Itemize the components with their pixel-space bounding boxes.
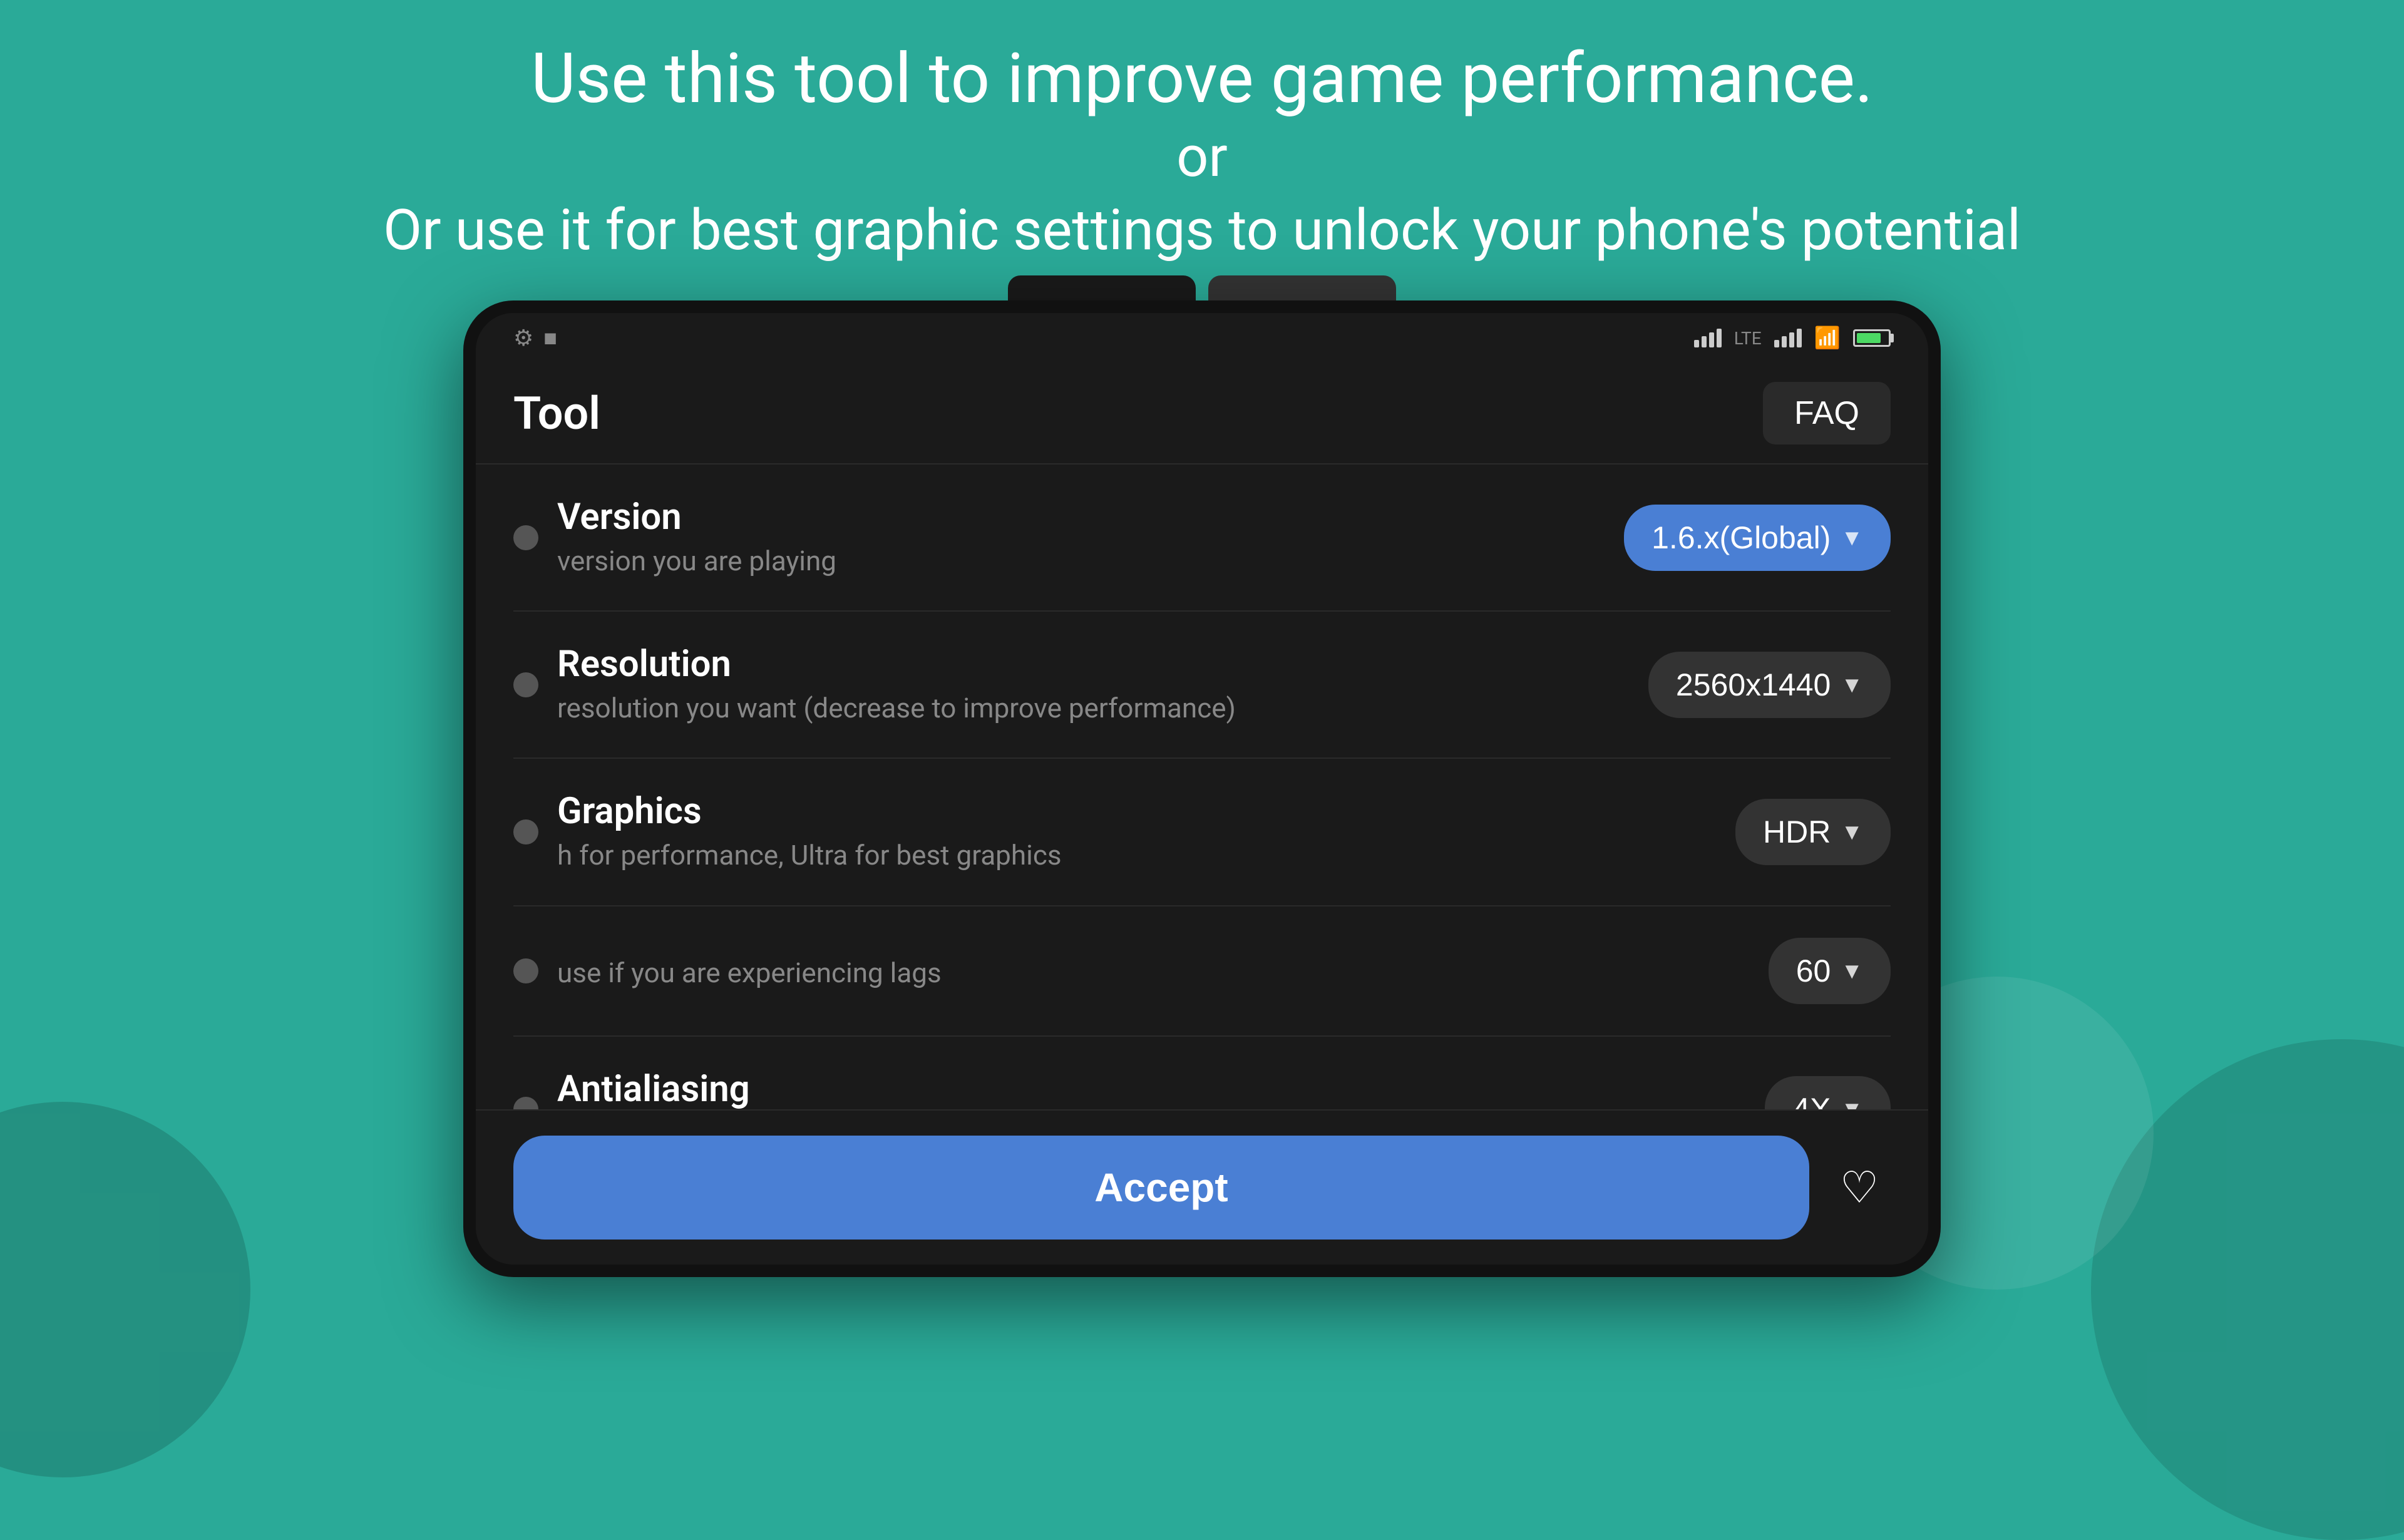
setting-left-version: Version version you are playing xyxy=(513,496,1599,579)
signal-icon xyxy=(1694,329,1722,347)
carrier-text: LTE xyxy=(1734,328,1762,349)
header-line3: Or use it for best graphic settings to u… xyxy=(0,193,2404,267)
radio-indicator-fps xyxy=(513,958,538,983)
accept-button[interactable]: Accept xyxy=(513,1136,1809,1240)
signal-icon-2 xyxy=(1774,329,1802,347)
chevron-down-icon: ▼ xyxy=(1841,819,1863,845)
chevron-down-icon: ▼ xyxy=(1841,958,1863,984)
resolution-dropdown[interactable]: 2560x1440 ▼ xyxy=(1648,652,1891,718)
version-dropdown[interactable]: 1.6.x(Global) ▼ xyxy=(1624,505,1891,571)
chevron-down-icon: ▼ xyxy=(1841,1096,1863,1109)
header-line1: Use this tool to improve game performanc… xyxy=(0,38,2404,120)
setting-row-version: Version version you are playing 1.6.x(Gl… xyxy=(513,465,1891,612)
setting-info-version: Version version you are playing xyxy=(557,496,1599,579)
header-section: Use this tool to improve game performanc… xyxy=(0,38,2404,267)
setting-label-resolution: Resolution xyxy=(557,643,1623,685)
setting-row-fps: use if you are experiencing lags 60 ▼ xyxy=(513,906,1891,1037)
bg-shape-left xyxy=(0,1102,250,1477)
chevron-down-icon: ▼ xyxy=(1841,525,1863,551)
battery-fill xyxy=(1857,333,1881,343)
setting-label-antialiasing: Antialiasing xyxy=(557,1068,1740,1109)
status-bar-left: ⚙ ■ xyxy=(513,325,557,351)
radio-indicator-resolution xyxy=(513,672,538,697)
header-line2: or xyxy=(0,120,2404,193)
setting-label-graphics: Graphics xyxy=(557,790,1710,833)
fps-value: 60 xyxy=(1796,953,1831,989)
bottom-bar: Accept ♡ xyxy=(476,1109,1928,1265)
setting-info-graphics: Graphics h for performance, Ultra for be… xyxy=(557,790,1710,873)
setting-row-antialiasing: Antialiasing s the texture smoothness 4X… xyxy=(513,1037,1891,1109)
setting-row-resolution: Resolution resolution you want (decrease… xyxy=(513,612,1891,759)
faq-button[interactable]: FAQ xyxy=(1763,382,1891,444)
setting-desc-fps: use if you are experiencing lags xyxy=(557,955,1744,991)
device-mockup: ⚙ ■ LTE 📶 xyxy=(463,300,1941,1277)
setting-label-version: Version xyxy=(557,496,1599,538)
setting-info-resolution: Resolution resolution you want (decrease… xyxy=(557,643,1623,726)
heart-icon: ♡ xyxy=(1840,1162,1879,1214)
wifi-icon: 📶 xyxy=(1814,326,1841,351)
setting-left-antialiasing: Antialiasing s the texture smoothness xyxy=(513,1068,1740,1109)
status-bar: ⚙ ■ LTE 📶 xyxy=(476,313,1928,363)
setting-left-fps: use if you are experiencing lags xyxy=(513,950,1744,991)
setting-desc-graphics: h for performance, Ultra for best graphi… xyxy=(557,838,1710,873)
setting-left-resolution: Resolution resolution you want (decrease… xyxy=(513,643,1623,726)
resolution-value: 2560x1440 xyxy=(1676,667,1831,703)
radio-indicator-graphics xyxy=(513,819,538,844)
app-content: Tool FAQ Version version you are playing… xyxy=(476,363,1928,1265)
radio-indicator-antialiasing xyxy=(513,1097,538,1109)
setting-info-fps: use if you are experiencing lags xyxy=(557,950,1744,991)
fps-dropdown[interactable]: 60 ▼ xyxy=(1769,938,1891,1004)
battery-icon xyxy=(1853,329,1891,347)
battery-tip xyxy=(1891,334,1894,342)
status-icon-settings: ⚙ xyxy=(513,325,533,351)
setting-info-antialiasing: Antialiasing s the texture smoothness xyxy=(557,1068,1740,1109)
app-header: Tool FAQ xyxy=(476,363,1928,465)
graphics-dropdown[interactable]: HDR ▼ xyxy=(1735,799,1891,865)
status-icon-square: ■ xyxy=(543,325,557,351)
heart-button[interactable]: ♡ xyxy=(1828,1156,1891,1219)
setting-row-graphics: Graphics h for performance, Ultra for be… xyxy=(513,759,1891,906)
status-bar-right: LTE 📶 xyxy=(1694,326,1891,351)
app-title: Tool xyxy=(513,387,600,440)
setting-desc-resolution: resolution you want (decrease to improve… xyxy=(557,690,1623,726)
setting-desc-version: version you are playing xyxy=(557,543,1599,579)
setting-left-graphics: Graphics h for performance, Ultra for be… xyxy=(513,790,1710,873)
radio-indicator-version xyxy=(513,525,538,550)
version-value: 1.6.x(Global) xyxy=(1651,520,1831,556)
chevron-down-icon: ▼ xyxy=(1841,672,1863,698)
antialiasing-value: 4X xyxy=(1792,1091,1831,1109)
antialiasing-dropdown[interactable]: 4X ▼ xyxy=(1765,1076,1891,1109)
graphics-value: HDR xyxy=(1763,814,1831,850)
settings-list: Version version you are playing 1.6.x(Gl… xyxy=(476,465,1928,1109)
